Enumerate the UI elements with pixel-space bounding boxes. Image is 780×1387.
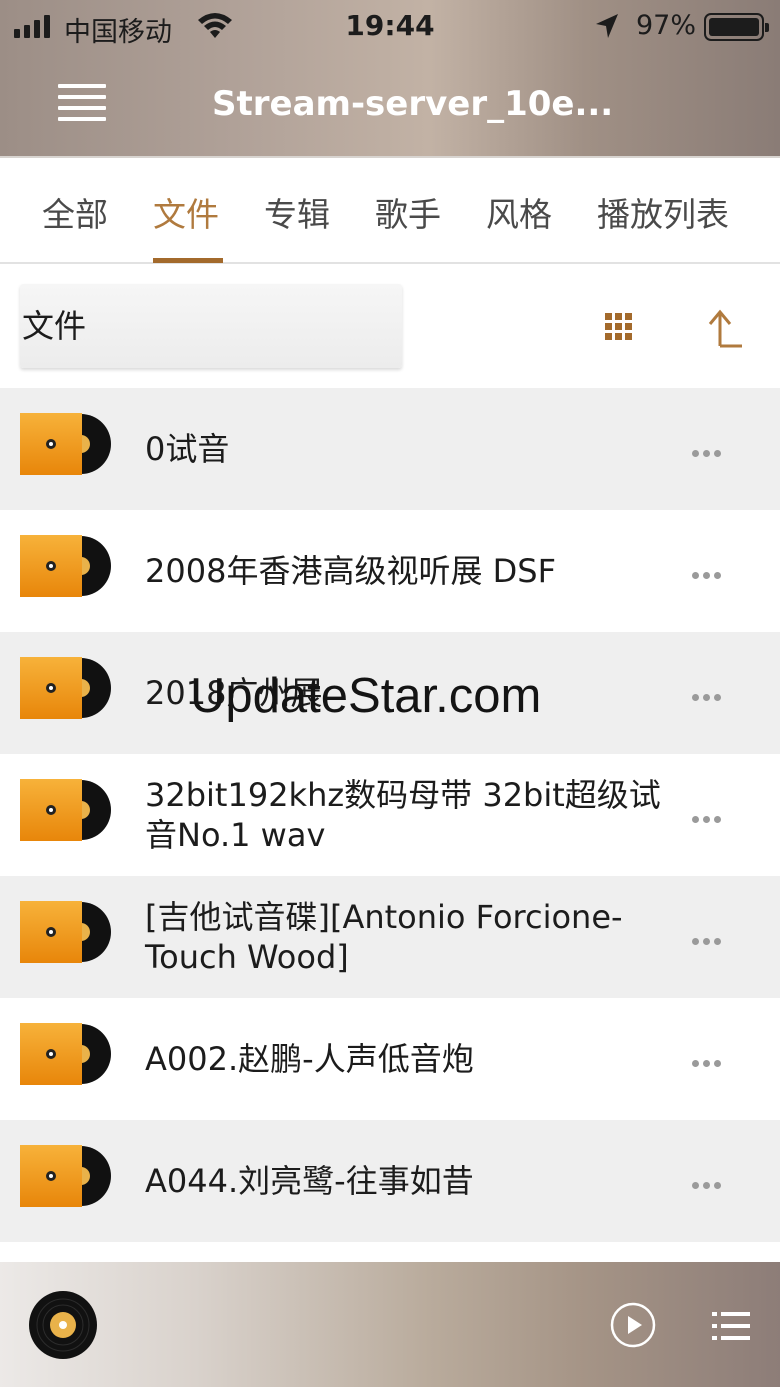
list-item[interactable]: [吉他试音碟][Antonio Forcione-Touch Wood] bbox=[0, 876, 780, 998]
menu-button[interactable] bbox=[58, 84, 106, 124]
item-label: 32bit192khz数码母带 32bit超级试音No.1 wav bbox=[145, 776, 661, 854]
more-dots-icon[interactable] bbox=[692, 808, 726, 823]
item-label: 2008年香港高级视听展 DSF bbox=[145, 552, 556, 590]
path-bar: 文件 bbox=[0, 266, 780, 386]
list-item[interactable]: 32bit192khz数码母带 32bit超级试音No.1 wav bbox=[0, 754, 780, 876]
item-label: A044.刘亮鹭-往事如昔 bbox=[145, 1162, 474, 1200]
grid-view-icon[interactable] bbox=[604, 312, 634, 342]
list-item[interactable]: A002.赵鹏-人声低音炮 bbox=[0, 998, 780, 1120]
vinyl-folder-icon bbox=[20, 535, 111, 597]
location-arrow-icon bbox=[596, 14, 618, 38]
status-bar: 中国移动 19:44 97% bbox=[0, 0, 780, 56]
more-dots-icon[interactable] bbox=[692, 1052, 726, 1067]
tab-all[interactable]: 全部 bbox=[42, 188, 108, 236]
vinyl-folder-icon bbox=[20, 1023, 111, 1085]
server-title: Stream-server_10e... bbox=[212, 84, 614, 124]
hamburger-icon bbox=[58, 84, 106, 88]
tab-playlists[interactable]: 播放列表 bbox=[597, 188, 729, 236]
battery-percent: 97% bbox=[636, 10, 697, 41]
more-dots-icon[interactable] bbox=[692, 1174, 726, 1189]
more-dots-icon[interactable] bbox=[692, 686, 726, 701]
playlist-icon[interactable] bbox=[712, 1310, 750, 1342]
tab-files[interactable]: 文件 bbox=[153, 188, 219, 236]
mini-player bbox=[0, 1262, 780, 1387]
play-icon[interactable] bbox=[610, 1302, 656, 1348]
more-dots-icon[interactable] bbox=[692, 564, 726, 579]
item-label: 2018广州展 bbox=[145, 674, 323, 712]
file-list: 0试音 2008年香港高级视听展 DSF 2018广州展 32bit192khz… bbox=[0, 388, 780, 1242]
tab-artists[interactable]: 歌手 bbox=[375, 188, 441, 236]
header: 中国移动 19:44 97% Stream-server_10e... bbox=[0, 0, 780, 158]
list-item[interactable]: A044.刘亮鹭-往事如昔 bbox=[0, 1120, 780, 1242]
active-tab-indicator bbox=[153, 258, 223, 263]
vinyl-folder-icon bbox=[20, 779, 111, 841]
now-playing-disc-icon[interactable] bbox=[28, 1290, 98, 1360]
item-label: A002.赵鹏-人声低音炮 bbox=[145, 1040, 474, 1078]
more-dots-icon[interactable] bbox=[692, 442, 726, 457]
current-path[interactable]: 文件 bbox=[20, 284, 402, 368]
category-tabs: 全部 文件 专辑 歌手 风格 播放列表 bbox=[0, 160, 780, 264]
item-label: [吉他试音碟][Antonio Forcione-Touch Wood] bbox=[145, 898, 623, 976]
list-item[interactable]: 2008年香港高级视听展 DSF bbox=[0, 510, 780, 632]
vinyl-folder-icon bbox=[20, 901, 111, 963]
vinyl-folder-icon bbox=[20, 413, 111, 475]
up-arrow-icon[interactable] bbox=[704, 306, 748, 350]
list-item[interactable]: 2018广州展 bbox=[0, 632, 780, 754]
tab-genres[interactable]: 风格 bbox=[486, 188, 552, 236]
more-dots-icon[interactable] bbox=[692, 930, 726, 945]
tab-albums[interactable]: 专辑 bbox=[264, 188, 330, 236]
vinyl-folder-icon bbox=[20, 657, 111, 719]
list-item[interactable]: 0试音 bbox=[0, 388, 780, 510]
battery-icon bbox=[704, 13, 769, 41]
item-label: 0试音 bbox=[145, 430, 230, 468]
vinyl-folder-icon bbox=[20, 1145, 111, 1207]
